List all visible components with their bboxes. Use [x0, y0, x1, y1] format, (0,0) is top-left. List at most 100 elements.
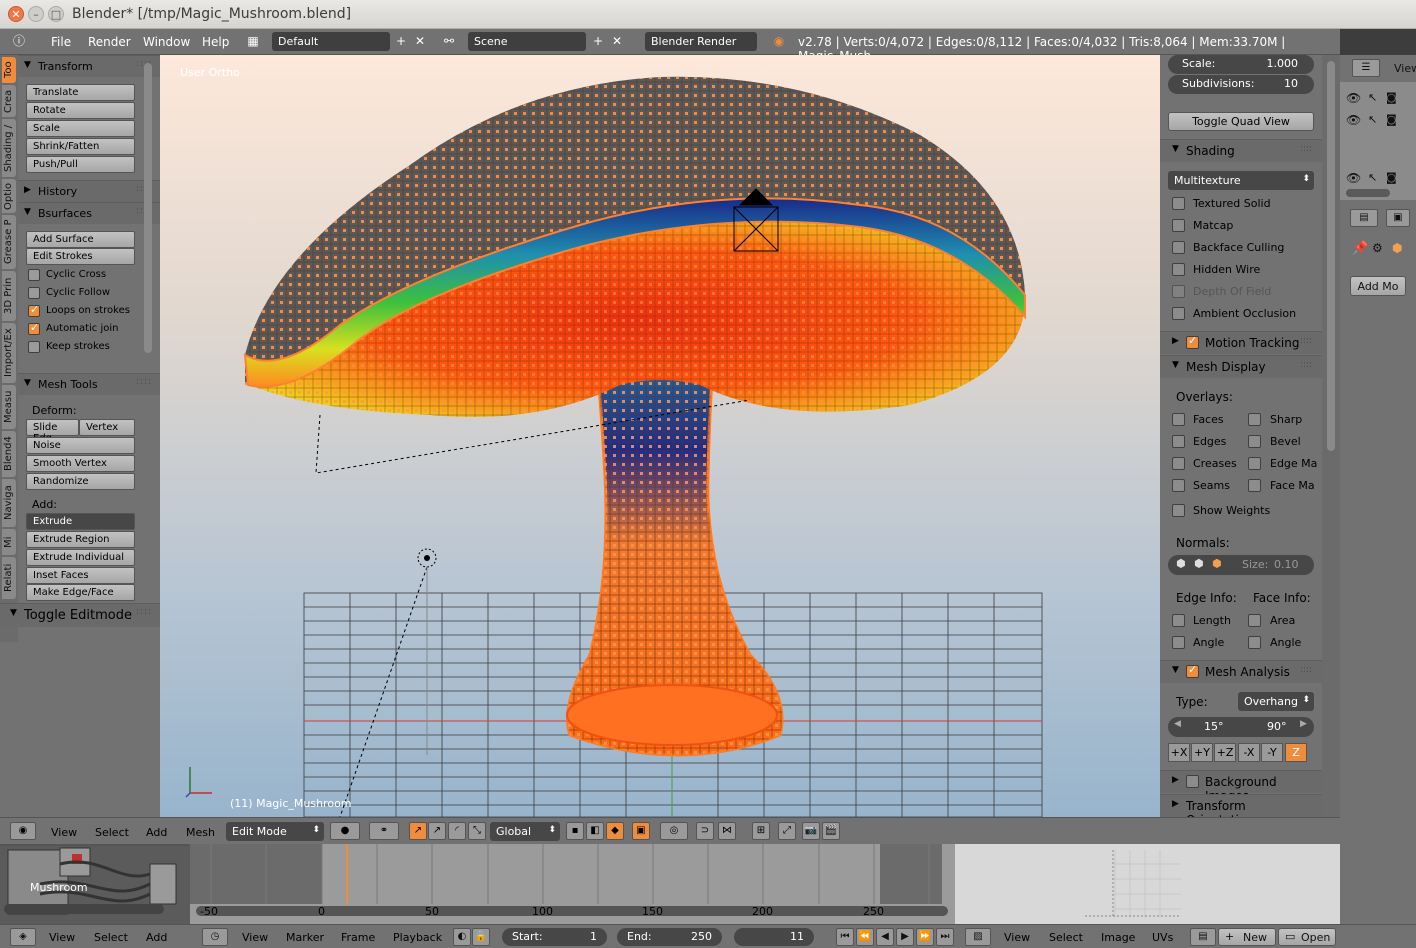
tab-3d-print[interactable]: 3D Prin [2, 271, 16, 321]
mode-dropdown[interactable]: Edit Mode [226, 822, 324, 841]
face-select-icon[interactable]: ◆ [606, 822, 624, 840]
toolshelf-scrollbar[interactable] [144, 63, 152, 353]
pin-icon[interactable]: 📌 [1352, 241, 1368, 256]
image-view-menu[interactable]: View [1004, 931, 1030, 944]
render-tab-icon[interactable]: ▣ [1386, 209, 1410, 227]
tab-mi[interactable]: Mi [2, 529, 16, 555]
sharp-overlay-checkbox[interactable] [1248, 413, 1261, 426]
proportional-editing-icon[interactable]: ◎ [660, 822, 688, 840]
tab-relations[interactable]: Relati [2, 557, 16, 599]
history-panel-header[interactable]: ▶History:::: [18, 180, 160, 202]
min-decrement-icon[interactable]: ◀ [1174, 719, 1181, 729]
automatic-join-checkbox[interactable] [28, 321, 40, 335]
tab-import-export[interactable]: Import/Ex [2, 323, 16, 383]
rotate-button[interactable]: Rotate [26, 102, 135, 119]
node-editor-type-icon[interactable]: ◈ [10, 928, 36, 946]
split-normals-icon[interactable]: ⬢ [1194, 557, 1204, 570]
tab-shading[interactable]: Shading / [2, 119, 16, 177]
info-editor-icon[interactable]: ⓘ [12, 34, 26, 48]
edge-select-icon[interactable]: ◧ [586, 822, 604, 840]
menu-render[interactable]: Render [88, 35, 131, 49]
manipulator-toggle-icon[interactable]: ↗ [409, 822, 427, 840]
motion-tracking-checkbox[interactable] [1186, 334, 1199, 349]
axis-minus-z-button[interactable]: Z [1285, 743, 1307, 762]
add-surface-button[interactable]: Add Surface [26, 231, 135, 248]
smooth-vertex-button[interactable]: Smooth Vertex [26, 455, 135, 472]
cyclic-cross-checkbox[interactable] [28, 269, 40, 281]
view-menu[interactable]: View [51, 826, 77, 839]
image-editor[interactable] [955, 844, 1340, 924]
close-icon[interactable]: ✕ [8, 6, 24, 22]
face-angle-checkbox[interactable] [1248, 636, 1261, 649]
outliner-row-3-render-icon[interactable]: ◙ [1386, 171, 1397, 184]
vertex-slide-button[interactable]: Vertex [79, 419, 135, 436]
tab-create[interactable]: Crea [2, 85, 16, 117]
axis-plus-x-button[interactable]: +X [1168, 743, 1190, 762]
motion-tracking-panel-header[interactable]: ▶Motion Tracking:::: [1160, 331, 1322, 354]
menu-file[interactable]: File [51, 35, 71, 49]
randomize-button[interactable]: Randomize [26, 473, 135, 490]
axis-minus-x-button[interactable]: -X [1238, 743, 1260, 762]
bsurfaces-panel-header[interactable]: ▼Bsurfaces:::: [18, 202, 160, 224]
outliner-row-2-select-icon[interactable]: ↖ [1368, 113, 1377, 126]
snap-element-icon[interactable]: ⋈ [718, 822, 736, 840]
jump-key-forward-icon[interactable]: ⏩ [916, 928, 934, 946]
pivot-point-icon[interactable]: ⚭ [369, 822, 399, 840]
screen-layout-icon[interactable]: ▦ [246, 34, 260, 48]
ambient-occlusion-checkbox[interactable] [1172, 307, 1185, 320]
translate-button[interactable]: Translate [26, 84, 135, 101]
transform-orientations-panel-header[interactable]: ▶Transform Orientations [1160, 794, 1322, 827]
timeline-playback-menu[interactable]: Playback [393, 931, 442, 944]
add-layout-icon[interactable]: + [394, 34, 408, 48]
remove-scene-icon[interactable]: ✕ [610, 34, 624, 48]
extrude-region-button[interactable]: Extrude Region [26, 531, 135, 548]
play-reverse-icon[interactable]: ◀ [876, 928, 894, 946]
tab-grease-pencil[interactable]: Grease P [2, 215, 16, 269]
seams-overlay-checkbox[interactable] [1172, 479, 1185, 492]
tab-blend4[interactable]: Blend4 [2, 431, 16, 477]
outliner-row-2-render-icon[interactable]: ◙ [1386, 113, 1397, 126]
new-image-button[interactable]: + New [1218, 928, 1276, 946]
vertex-normals-icon[interactable]: ⬢ [1176, 557, 1186, 570]
image-image-menu[interactable]: Image [1101, 931, 1135, 944]
background-images-checkbox[interactable] [1186, 775, 1199, 788]
browse-image-icon[interactable]: ▤ [1190, 928, 1216, 946]
3d-viewport[interactable]: User Ortho (11) Magic_Mushroom [160, 55, 1160, 817]
edge-angle-checkbox[interactable] [1172, 636, 1185, 649]
depth-of-field-checkbox[interactable] [1172, 285, 1185, 298]
mesh-display-panel-header[interactable]: ▼ Mesh Display:::: [1160, 355, 1322, 378]
node-select-menu[interactable]: Select [94, 931, 128, 944]
remove-layout-icon[interactable]: ✕ [413, 34, 427, 48]
slide-edge-button[interactable]: Slide Edg [26, 419, 79, 444]
transform-orientation-dropdown[interactable]: Global [490, 822, 560, 841]
tab-navigation[interactable]: Naviga [2, 479, 16, 527]
opengl-render-icon[interactable]: ⤢ [778, 822, 796, 840]
select-menu[interactable]: Select [95, 826, 129, 839]
screen-layout-field[interactable]: Default [272, 32, 390, 51]
maximize-icon[interactable]: □ [48, 6, 64, 22]
node-add-menu[interactable]: Add [146, 931, 167, 944]
face-marks-overlay-checkbox[interactable] [1248, 479, 1261, 492]
mirror-icon[interactable]: ⊞ [752, 822, 770, 840]
mesh-menu[interactable]: Mesh [186, 826, 215, 839]
lock-icon[interactable]: 🔒 [472, 928, 490, 946]
minimize-icon[interactable]: – [28, 6, 44, 22]
node-editor[interactable]: Mushroom [0, 844, 190, 924]
edge-marks-overlay-checkbox[interactable] [1248, 457, 1261, 470]
timeline-frame-menu[interactable]: Frame [341, 931, 375, 944]
outliner-view-menu[interactable]: View [1394, 62, 1416, 75]
tab-options[interactable]: Optio [2, 179, 16, 213]
render-animation-icon[interactable]: 🎬 [822, 822, 840, 840]
face-normals-icon[interactable]: ⬢ [1212, 557, 1222, 570]
add-menu[interactable]: Add [146, 826, 167, 839]
make-edge-face-button[interactable]: Make Edge/Face [26, 584, 135, 601]
edge-length-checkbox[interactable] [1172, 614, 1185, 627]
normals-size-value[interactable]: 0.10 [1274, 558, 1299, 571]
edit-strokes-button[interactable]: Edit Strokes [26, 248, 135, 265]
outliner-row-3-select-icon[interactable]: ↖ [1368, 171, 1377, 184]
textured-solid-checkbox[interactable] [1172, 197, 1185, 210]
keep-strokes-checkbox[interactable] [28, 341, 40, 353]
npanel-scrollbar[interactable] [1327, 61, 1335, 451]
render-engine-dropdown[interactable]: Blender Render [645, 32, 757, 51]
keying-icon[interactable]: ◐ [453, 928, 471, 946]
